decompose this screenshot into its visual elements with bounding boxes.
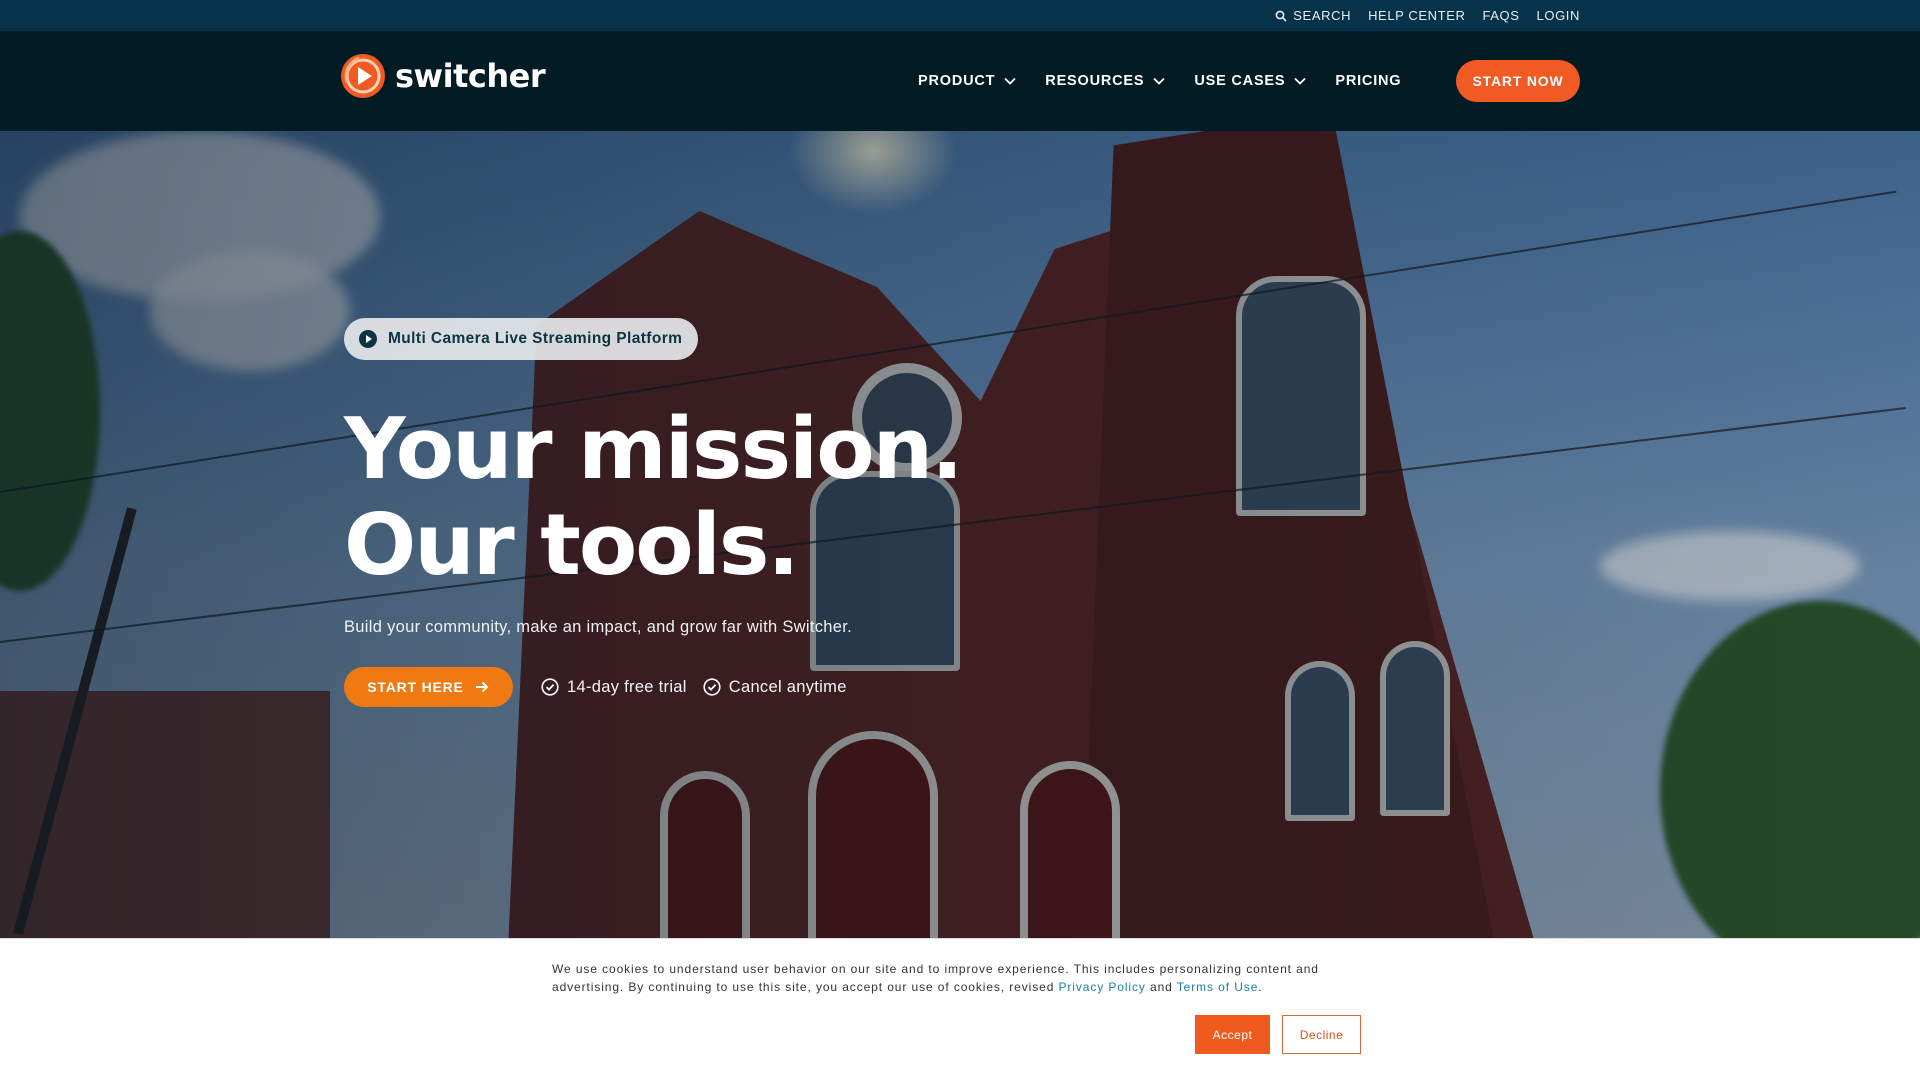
hero-section: Multi Camera Live Streaming Platform You… [0,131,1920,938]
headline-line-1: Your mission. [344,400,963,499]
cookie-text-and: and [1145,980,1177,994]
hero-tag: Multi Camera Live Streaming Platform [344,318,699,360]
faqs-link[interactable]: FAQS [1482,8,1519,23]
hero-content: Multi Camera Live Streaming Platform You… [344,318,1244,707]
cookie-banner: We use cookies to understand user behavi… [0,938,1920,1080]
nav-item-pricing[interactable]: PRICING [1335,73,1401,89]
hero-subtitle: Build your community, make an impact, an… [344,618,852,636]
hero-tag-label: Multi Camera Live Streaming Platform [388,330,683,347]
utility-links: SEARCH HELP CENTER FAQS LOGIN [1275,0,1580,31]
privacy-policy-link[interactable]: Privacy Policy [1059,980,1146,994]
primary-nav: PRODUCT RESOURCES USE CASES PRICING [918,31,1401,131]
check-circle-icon [703,678,721,696]
nav-item-label: PRICING [1335,73,1402,89]
hero-cta-row: START HERE 14-day free trial Cancel anyt… [344,667,1244,707]
start-now-button[interactable]: START NOW [1456,60,1580,102]
chevron-down-icon [1153,77,1165,85]
switcher-logo-icon [341,54,385,98]
cookie-decline-button[interactable]: Decline [1282,1015,1361,1054]
main-nav: switcher PRODUCT RESOURCES USE CASES PRI… [0,31,1920,131]
cookie-text-end: . [1258,980,1263,994]
start-here-label: START HERE [367,679,464,695]
hero-benefits: 14-day free trial Cancel anytime [541,678,847,697]
cookie-text: We use cookies to understand user behavi… [552,960,1332,996]
logo-text: switcher [395,57,546,95]
nav-item-product[interactable]: PRODUCT [918,73,1017,89]
start-here-button[interactable]: START HERE [344,667,513,707]
benefit-cancel-anytime-label: Cancel anytime [728,677,847,696]
nav-item-resources[interactable]: RESOURCES [1045,73,1166,89]
chevron-down-icon [1294,77,1306,85]
benefit-free-trial: 14-day free trial [541,678,687,697]
nav-item-label: PRODUCT [918,73,996,89]
arrow-right-icon [475,681,489,693]
search-link[interactable]: SEARCH [1275,8,1351,23]
logo[interactable]: switcher [339,52,546,100]
utility-bar: SEARCH HELP CENTER FAQS LOGIN [0,0,1920,31]
search-icon [1275,10,1287,22]
terms-of-use-link[interactable]: Terms of Use [1177,980,1258,994]
headline-line-2: Our tools. [344,496,800,595]
nav-item-label: USE CASES [1194,73,1286,89]
check-circle-icon [541,678,559,696]
hero-headline: Your mission. Our tools. [344,402,1244,594]
benefit-free-trial-label: 14-day free trial [567,677,687,696]
benefit-cancel-anytime: Cancel anytime [703,678,847,697]
help-center-link[interactable]: HELP CENTER [1368,8,1465,23]
cookie-accept-button[interactable]: Accept [1195,1015,1270,1054]
nav-item-label: RESOURCES [1045,73,1145,89]
login-link[interactable]: LOGIN [1537,8,1580,23]
nav-item-use-cases[interactable]: USE CASES [1194,73,1307,89]
search-label: SEARCH [1293,8,1352,23]
play-circle-icon [359,330,377,348]
chevron-down-icon [1004,77,1016,85]
